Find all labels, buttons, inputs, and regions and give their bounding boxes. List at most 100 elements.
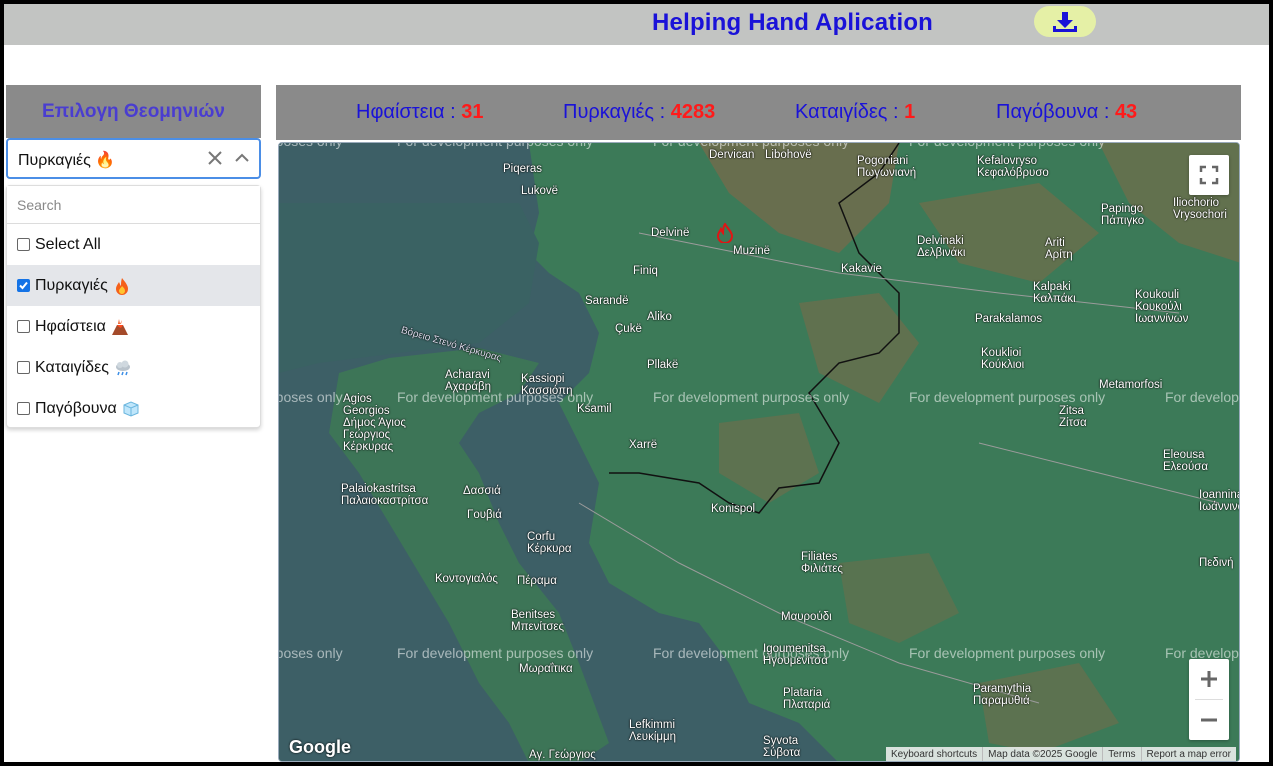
zoom-out-button[interactable]: [1189, 700, 1229, 740]
map-label: Eleousa Ελεούσα: [1163, 449, 1208, 473]
app-frame: Helping Hand Aplication Επιλογη Θεομηνιώ…: [0, 0, 1273, 766]
option-storms[interactable]: Καταιγίδες: [7, 347, 260, 388]
map-label: Filiates Φιλιάτες: [801, 551, 843, 575]
map-label: Libohovë: [765, 149, 812, 161]
storm-cloud-icon: [115, 360, 130, 375]
option-volcanoes[interactable]: Ηφαίστεια: [7, 306, 260, 347]
stat-count: 43: [1114, 101, 1138, 123]
report-error-link[interactable]: Report a map error: [1140, 747, 1236, 761]
map-label: Metamorfosi: [1099, 379, 1163, 391]
map-label: Benitses Μπενίτσες: [511, 609, 565, 633]
map-attribution: Keyboard shortcuts Map data ©2025 Google…: [886, 747, 1237, 761]
map-label: Finiq: [633, 265, 658, 277]
dropdown-menu: Select All Πυρκαγιές Ηφαίστεια Καταιγίδ: [6, 185, 261, 428]
google-logo: Google: [289, 737, 351, 757]
map-label: Κοντογιαλός: [435, 573, 498, 585]
map-label: Igoumenitsa Ηγουμενίτσα: [763, 643, 828, 667]
map-label: Piqeras: [503, 163, 542, 175]
map-watermark: For development purposes only: [909, 645, 1106, 661]
download-icon: [1053, 11, 1077, 32]
map-label: Kakavie: [841, 263, 882, 275]
stat-count: 1: [904, 101, 916, 123]
app-title: Helping Hand Aplication: [652, 9, 934, 36]
map-label: Πεδινή: [1199, 557, 1234, 569]
filter-title: Επιλογη Θεομηνιών: [42, 100, 225, 122]
map-label: Acharavi Αχαράβη: [445, 369, 492, 393]
option-fires[interactable]: Πυρκαγιές: [7, 265, 260, 306]
map-label: Papingo Πάπιγκο: [1101, 203, 1145, 227]
fullscreen-button[interactable]: [1189, 155, 1229, 195]
stat-storms: Καταιγίδες : 1: [795, 101, 916, 123]
map-watermark: For development purposes only: [397, 645, 594, 661]
selected-value: Πυρκαγιές 🔥: [18, 152, 116, 169]
map-terrain: [279, 143, 1239, 761]
map-label: Ioannina Iωάννινα: [1199, 489, 1240, 513]
map-label: Çukë: [615, 323, 642, 335]
option-icebergs[interactable]: Παγόβουνα: [7, 388, 260, 429]
checkbox[interactable]: [17, 238, 30, 251]
map-label: Μωραΐτικα: [519, 663, 573, 675]
minus-icon: [1201, 718, 1217, 722]
map-label: Δασσιά: [463, 485, 501, 497]
volcano-icon: [111, 318, 128, 335]
checkbox[interactable]: [17, 361, 30, 374]
stat-count: 31: [461, 101, 484, 123]
map-label: Pogoniani Πωγωνιανή: [857, 155, 917, 179]
map-label: Kassiopi Κασσιόπη: [521, 373, 573, 397]
option-label: Ηφαίστεια: [35, 317, 106, 335]
map-label: Ariti Αρίτη: [1045, 237, 1073, 261]
top-bar: Helping Hand Aplication: [4, 4, 1269, 45]
map-label: Sarandë: [585, 295, 629, 307]
map-label: Kalpaki Καλπάκι: [1033, 281, 1076, 305]
map-label: Lukovë: [521, 185, 559, 197]
map-label: Γουβιά: [467, 509, 502, 521]
map-label: Μαυρούδι: [781, 611, 832, 623]
map-label: Dervican: [709, 149, 755, 161]
checkbox-checked[interactable]: [17, 279, 30, 292]
map-label: Πέραμα: [517, 575, 557, 587]
map-label: Kouklioi Κούκλιοι: [981, 347, 1025, 371]
ice-cube-icon: [123, 400, 139, 417]
terms-link[interactable]: Terms: [1102, 747, 1140, 761]
map-label: Plataria Πλαταριά: [783, 687, 831, 711]
map-label: Iliochorio Vrysochori: [1173, 197, 1227, 221]
map-label: Kefalovryso Κεφαλόβρυσο: [977, 155, 1049, 179]
map-label: Parakalamos: [975, 313, 1043, 325]
map-watermark: For development purposes only: [909, 389, 1106, 405]
checkbox[interactable]: [17, 402, 30, 415]
stat-count: 4283: [670, 101, 716, 123]
map-label: Konispol: [711, 503, 756, 515]
map-label: Corfu Κέρκυρα: [527, 531, 572, 555]
keyboard-shortcuts-link[interactable]: Keyboard shortcuts: [886, 747, 982, 761]
option-select-all[interactable]: Select All: [7, 224, 260, 265]
map-label: Delvinaki Δελβινάκι: [917, 235, 966, 259]
chevron-up-icon[interactable]: [232, 148, 252, 168]
map-watermark: rposes only: [279, 143, 343, 149]
option-label: Select All: [35, 235, 101, 253]
map-view[interactable]: rposes only For development purposes onl…: [278, 142, 1240, 762]
map-label: Delvinë: [651, 227, 690, 239]
clear-icon[interactable]: [205, 148, 225, 168]
option-label: Καταιγίδες: [35, 358, 109, 376]
stat-icebergs: Παγόβουνα : 43: [996, 101, 1138, 123]
map-watermark: For develop: [1165, 389, 1239, 405]
download-button[interactable]: [1034, 6, 1096, 37]
map-label: Ksamil: [577, 403, 612, 415]
map-watermark: For development purposes only: [653, 389, 850, 405]
map-label: Lefkimmi Λευκίμμη: [629, 719, 677, 743]
map-label: Aliko: [647, 311, 672, 323]
search-input[interactable]: [7, 186, 260, 224]
stat-fires: Πυρκαγιές : 4283: [563, 101, 716, 123]
checkbox[interactable]: [17, 320, 30, 333]
fire-icon: [115, 277, 128, 295]
map-watermark: rposes only: [278, 389, 343, 405]
map-watermark: For development purposes only: [909, 143, 1105, 149]
map-data-text: Map data ©2025 Google: [982, 747, 1102, 761]
map-label: Αγ. Γεώργιος: [529, 749, 596, 761]
map-watermark: For development purposes only: [653, 143, 849, 149]
plus-icon: [1201, 671, 1217, 687]
disaster-multiselect[interactable]: Πυρκαγιές 🔥: [6, 138, 261, 179]
fire-marker-icon[interactable]: [715, 223, 735, 243]
map-label: Pllakë: [647, 359, 679, 371]
zoom-in-button[interactable]: [1189, 659, 1229, 699]
